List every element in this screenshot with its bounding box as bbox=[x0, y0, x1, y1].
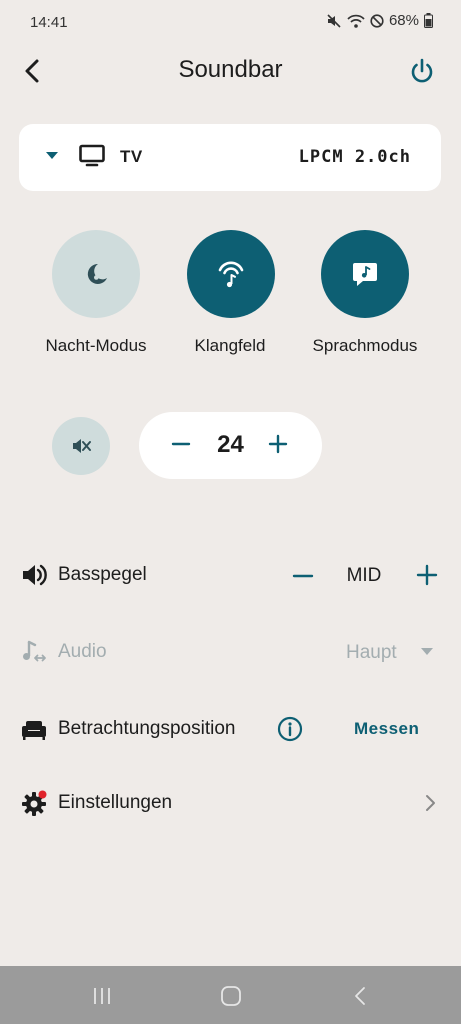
night-mode-label: Nacht-Modus bbox=[45, 336, 147, 355]
measure-button[interactable]: Messen bbox=[354, 719, 419, 739]
gear-icon bbox=[22, 790, 47, 816]
sound-field-label: Klangfeld bbox=[194, 336, 266, 355]
bass-increase-button[interactable] bbox=[416, 564, 438, 586]
caret-down-icon bbox=[421, 648, 433, 655]
volume-value: 24 bbox=[217, 431, 244, 458]
settings-label[interactable]: Einstellungen bbox=[58, 792, 172, 814]
system-navigation-bar bbox=[0, 966, 461, 1024]
chevron-right-icon[interactable] bbox=[424, 793, 438, 813]
back-nav-icon[interactable] bbox=[349, 984, 373, 1008]
info-icon[interactable] bbox=[277, 716, 303, 742]
caret-down-icon bbox=[46, 152, 58, 159]
volume-up-button[interactable] bbox=[266, 432, 290, 456]
moon-note-icon bbox=[87, 263, 107, 284]
do-not-disturb-icon bbox=[370, 13, 384, 28]
status-time: 14:41 bbox=[30, 14, 68, 31]
recent-apps-icon[interactable] bbox=[90, 984, 114, 1008]
audio-channel-select[interactable]: Haupt bbox=[346, 642, 397, 664]
speaker-muted-icon bbox=[73, 439, 91, 453]
audio-label: Audio bbox=[58, 641, 107, 662]
audio-channel-icon bbox=[23, 640, 46, 662]
power-button[interactable] bbox=[407, 56, 437, 86]
status-icons: 68% bbox=[326, 12, 433, 29]
input-source-card[interactable]: TV LPCM 2.0ch bbox=[19, 124, 441, 191]
speech-mode-label: Sprachmodus bbox=[312, 336, 418, 355]
bass-value: MID bbox=[346, 565, 382, 586]
battery-icon bbox=[424, 13, 433, 28]
audio-format: LPCM 2.0ch bbox=[298, 147, 411, 167]
speech-mode-button[interactable] bbox=[321, 230, 409, 318]
bass-decrease-button[interactable] bbox=[292, 565, 314, 587]
source-label: TV bbox=[120, 147, 143, 166]
mute-button[interactable] bbox=[52, 417, 110, 475]
viewing-position-label: Betrachtungsposition bbox=[58, 718, 236, 739]
home-icon[interactable] bbox=[219, 984, 243, 1008]
night-mode-button[interactable] bbox=[52, 230, 140, 318]
battery-percent: 68% bbox=[388, 12, 419, 29]
page-title: Soundbar bbox=[178, 56, 283, 83]
wifi-icon bbox=[347, 14, 365, 28]
sofa-icon bbox=[22, 721, 46, 740]
speech-bubble-note-icon bbox=[353, 263, 377, 286]
mute-icon bbox=[327, 13, 341, 28]
speaker-icon bbox=[23, 564, 47, 586]
tv-icon bbox=[79, 144, 105, 167]
sound-field-icon bbox=[218, 261, 244, 288]
bass-label: Basspegel bbox=[58, 564, 147, 585]
sound-field-button[interactable] bbox=[187, 230, 275, 318]
power-icon bbox=[411, 58, 433, 83]
volume-control: 24 bbox=[139, 412, 322, 479]
